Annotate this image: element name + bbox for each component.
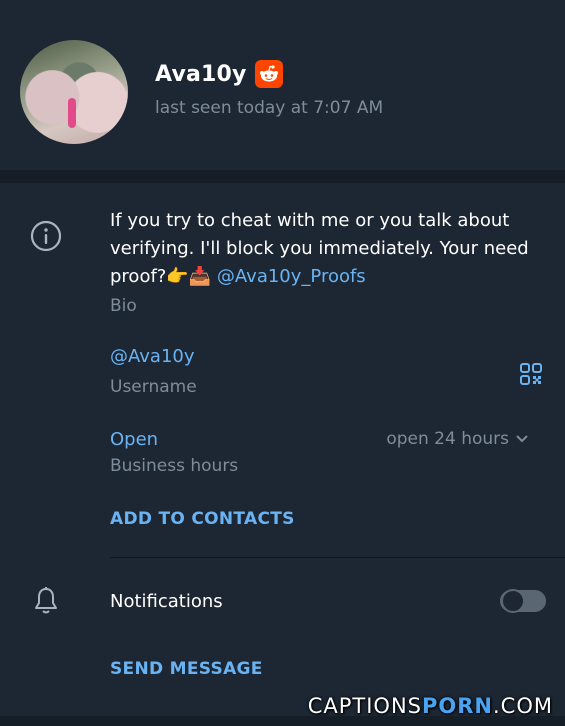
watermark: CAPTIONSPORN.COM (308, 694, 553, 718)
bell-icon (32, 586, 60, 616)
reddit-icon (254, 60, 283, 88)
bio-proofs-link[interactable]: @Ava10y_Proofs (217, 266, 366, 287)
business-hours-status: Open (110, 429, 159, 450)
notifications-toggle[interactable] (500, 589, 546, 613)
add-to-contacts-button[interactable]: ADD TO CONTACTS (110, 509, 295, 529)
qr-code-icon[interactable] (519, 362, 543, 386)
business-hours-label: Business hours (110, 456, 239, 476)
bio-label: Bio (110, 296, 137, 316)
username-value[interactable]: @Ava10y (110, 346, 195, 367)
profile-header: Ava10y last seen today at 7:07 AM (0, 0, 565, 170)
profile-name: Ava10y (155, 61, 247, 87)
name-row: Ava10y (155, 60, 283, 88)
business-hours-value: open 24 hours (386, 429, 509, 449)
username-label: Username (110, 377, 197, 397)
avatar[interactable] (20, 40, 128, 144)
last-seen-status: last seen today at 7:07 AM (155, 98, 384, 118)
toggle-knob (501, 589, 525, 613)
divider-line (110, 557, 565, 558)
chevron-down-icon (516, 435, 528, 443)
notifications-label: Notifications (110, 591, 223, 612)
bottom-divider (0, 716, 565, 726)
avatar-detail (68, 98, 76, 128)
business-hours-dropdown[interactable]: open 24 hours (386, 429, 529, 449)
info-icon (30, 220, 62, 252)
watermark-part1: CAPTIONS (307, 694, 422, 718)
send-message-button[interactable]: SEND MESSAGE (110, 659, 263, 679)
watermark-part3: .COM (493, 694, 553, 718)
watermark-part2: PORN (422, 694, 493, 718)
bio-text: If you try to cheat with me or you talk … (110, 207, 550, 291)
section-divider (0, 170, 565, 183)
